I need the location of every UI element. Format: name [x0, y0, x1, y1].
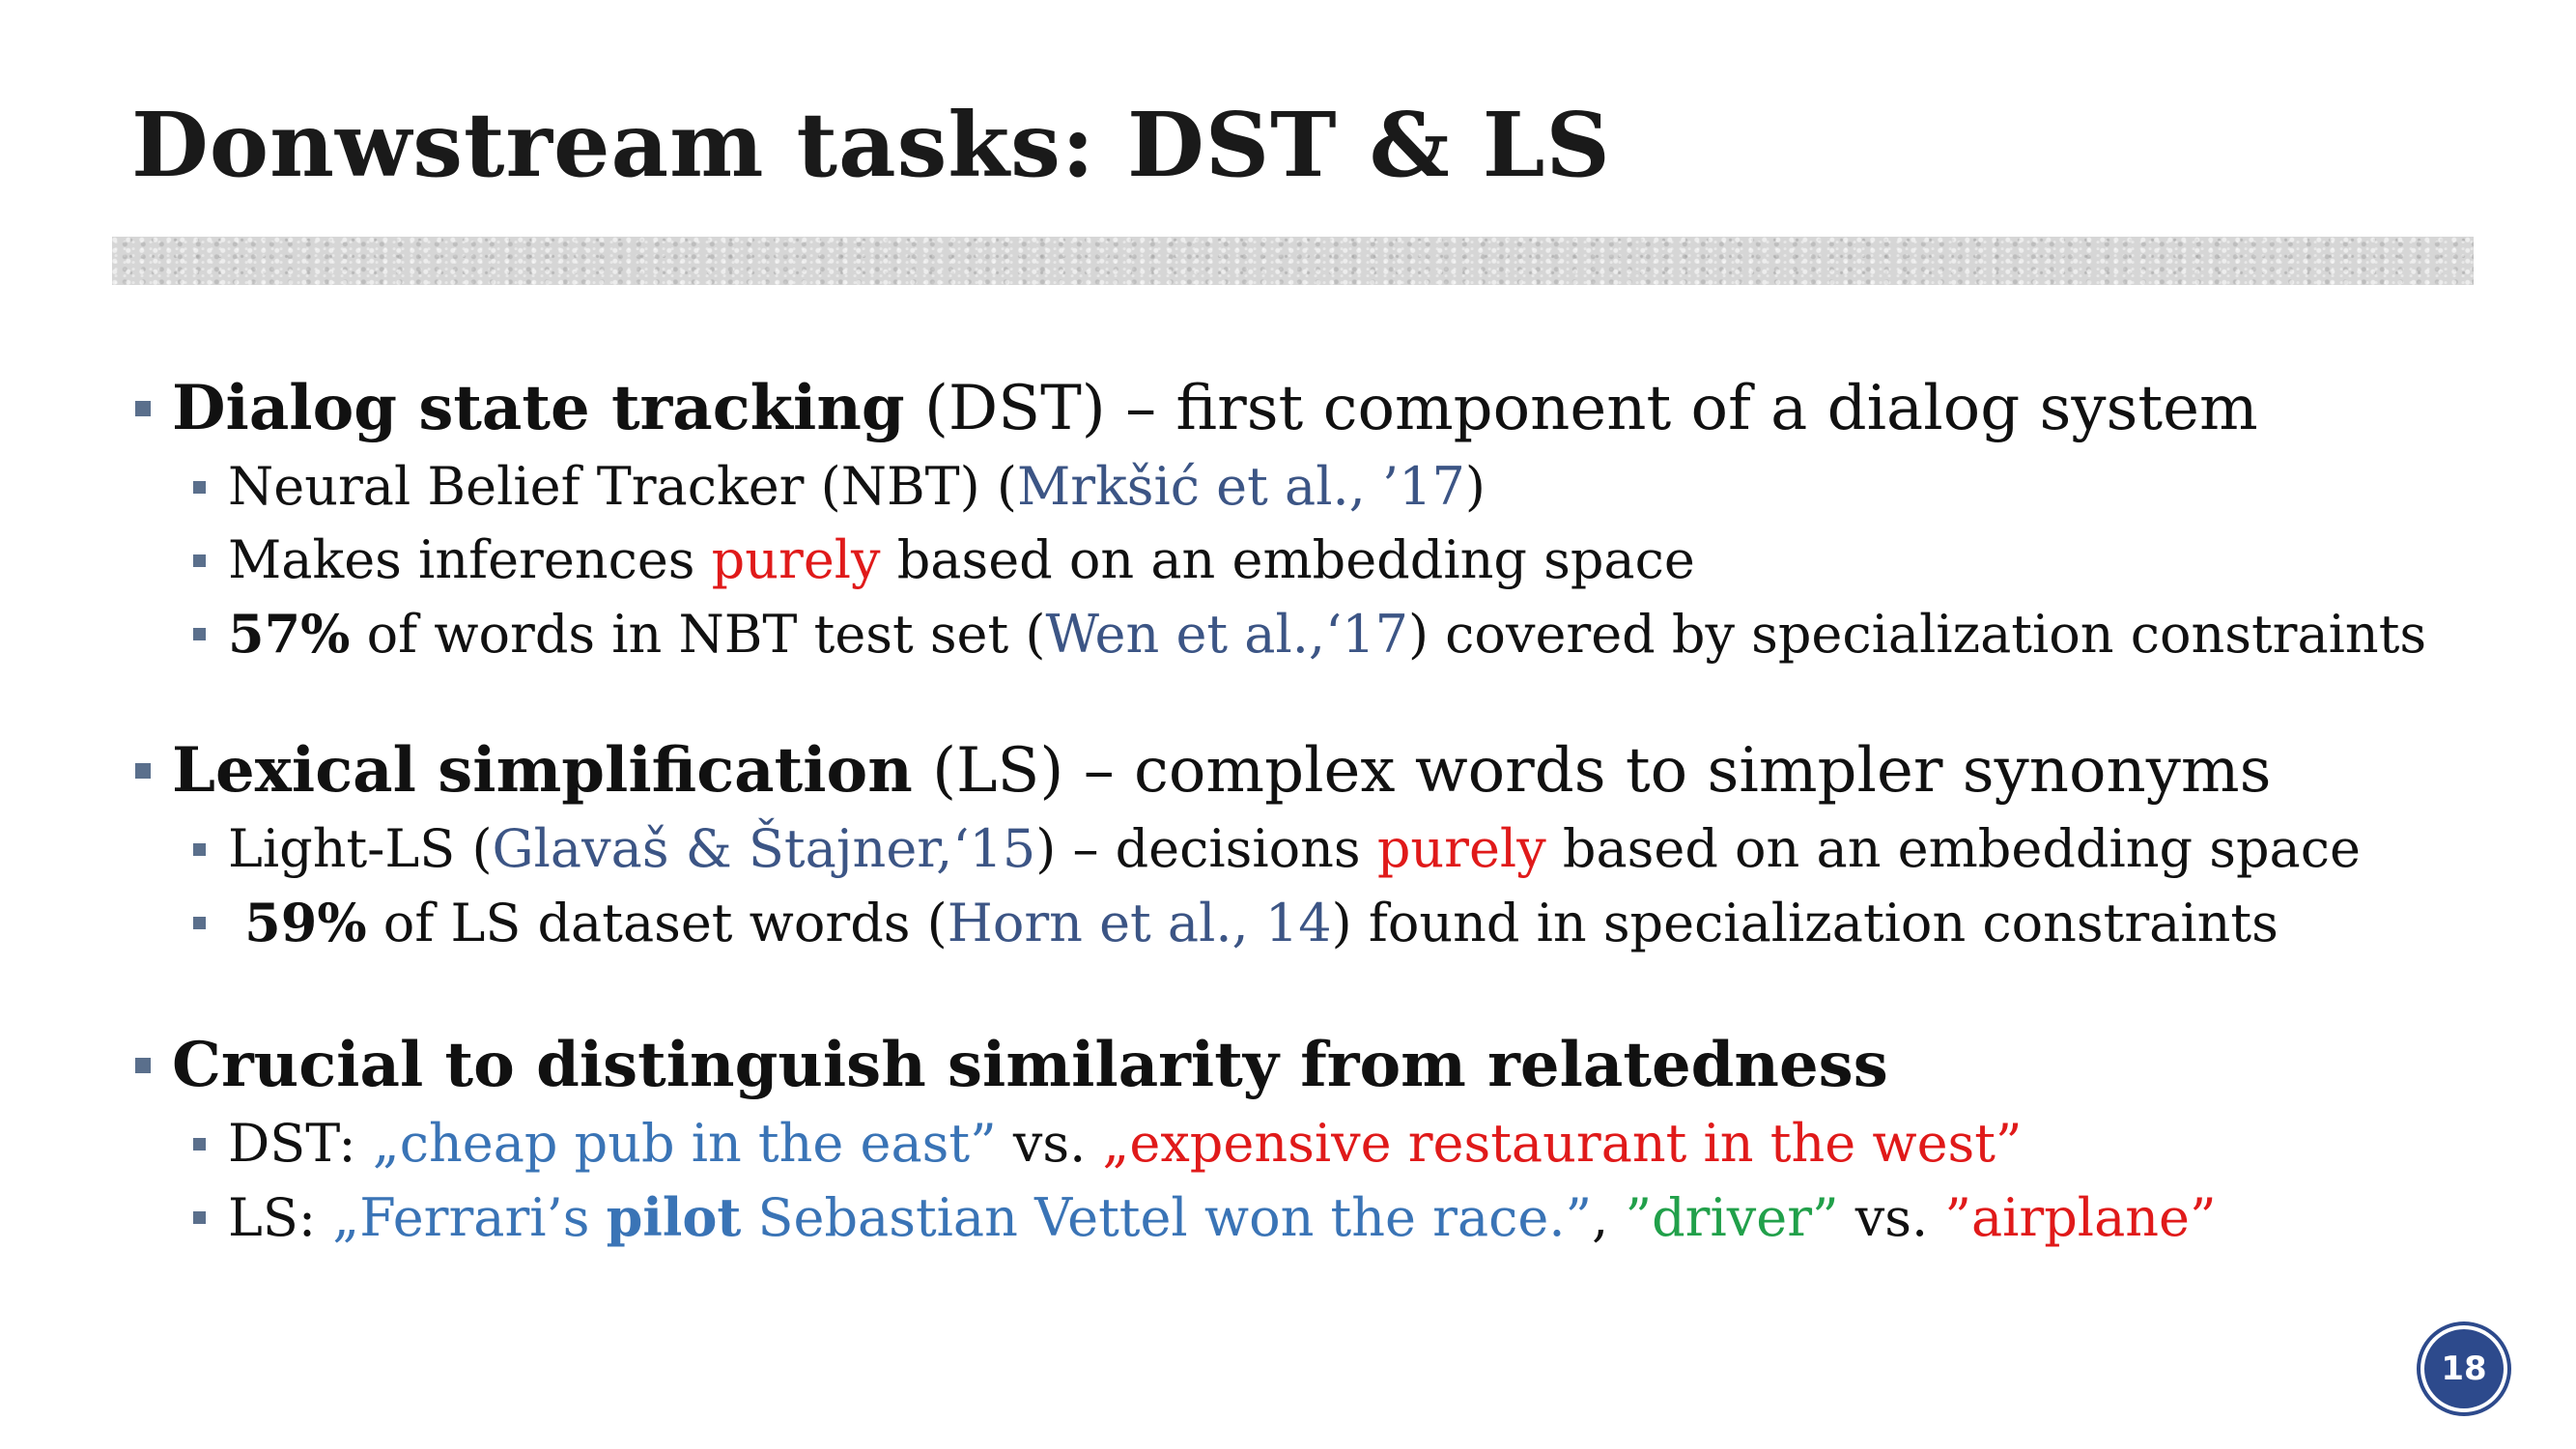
percentage: 57%	[228, 603, 351, 665]
text: of LS dataset words (	[366, 893, 948, 953]
citation: Wen et al.,‘17	[1045, 604, 1408, 665]
bullet-crucial-ls-example: LS: „Ferrari’s pilot Sebastian Vettel wo…	[131, 1180, 2469, 1255]
slide-title: Donwstream tasks: DST & LS	[131, 93, 1611, 197]
text: Makes inferences	[228, 529, 712, 590]
square-bullet-icon	[193, 1211, 206, 1224]
square-bullet-icon	[193, 628, 206, 640]
text: vs.	[996, 1113, 1103, 1174]
citation: Mrkšić et al., ’17	[1016, 456, 1465, 517]
square-bullet-icon	[135, 1058, 151, 1073]
example-sentence-start: „Ferrari’s	[332, 1187, 607, 1248]
bullet-dst-coverage: 57% of words in NBT test set (Wen et al.…	[131, 597, 2469, 671]
text: ,	[1592, 1187, 1626, 1248]
text: based on an embedding space	[880, 529, 1695, 590]
example-similar: „cheap pub in the east”	[372, 1113, 997, 1174]
square-bullet-icon	[193, 1138, 206, 1151]
title-divider-bar	[112, 237, 2474, 285]
text: )	[1464, 456, 1486, 517]
square-bullet-icon	[193, 917, 206, 929]
bullet-ls-lightls: Light-LS (Glavaš & Štajner,‘15) – decisi…	[131, 812, 2469, 886]
ls-heading-text: (LS) – complex words to simpler synonyms	[912, 735, 2272, 807]
highlight-word: purely	[1376, 818, 1546, 879]
example-similar-word: ”driver”	[1625, 1187, 1839, 1248]
example-target-word: pilot	[606, 1186, 742, 1248]
example-sentence-end: Sebastian Vettel won the race.”	[741, 1187, 1593, 1248]
text: ) – decisions	[1035, 818, 1377, 879]
highlight-word: purely	[711, 529, 881, 590]
ls-heading-bold: Lexical simplification	[172, 734, 913, 807]
square-bullet-icon	[135, 401, 151, 416]
text: vs.	[1838, 1187, 1945, 1248]
text: based on an embedding space	[1545, 818, 2361, 879]
square-bullet-icon	[193, 481, 206, 494]
text: ) covered by specialization constraints	[1407, 604, 2427, 665]
slide-body: Dialog state tracking (DST) – first comp…	[131, 367, 2469, 1255]
dst-heading-text: (DST) – first component of a dialog syst…	[904, 373, 2258, 444]
example-related-word: ”airplane”	[1944, 1187, 2217, 1248]
text: Light-LS (	[228, 818, 493, 879]
bullet-crucial-heading: Crucial to distinguish similarity from r…	[131, 1024, 2469, 1107]
text: ) found in specialization constraints	[1331, 893, 2279, 953]
text: DST:	[228, 1113, 373, 1174]
bullet-ls-heading: Lexical simplification (LS) – complex wo…	[131, 729, 2469, 812]
text: of words in NBT test set (	[350, 604, 1046, 665]
square-bullet-icon	[193, 554, 206, 567]
percentage: 59%	[244, 892, 367, 953]
example-related: „expensive restaurant in the west”	[1102, 1113, 2023, 1174]
crucial-heading-bold: Crucial to distinguish similarity from r…	[172, 1029, 1888, 1101]
bullet-ls-coverage: 59% of LS dataset words (Horn et al., 14…	[131, 886, 2469, 960]
citation: Horn et al., 14	[947, 893, 1332, 953]
square-bullet-icon	[135, 763, 151, 779]
bullet-crucial-dst-example: DST: „cheap pub in the east” vs. „expens…	[131, 1107, 2469, 1180]
bullet-dst-heading: Dialog state tracking (DST) – first comp…	[131, 367, 2469, 450]
text: Neural Belief Tracker (NBT) (	[228, 456, 1017, 517]
citation: Glavaš & Štajner,‘15	[492, 818, 1036, 879]
text: LS:	[228, 1187, 333, 1248]
square-bullet-icon	[193, 843, 206, 856]
dst-heading-bold: Dialog state tracking	[172, 372, 905, 444]
bullet-dst-inferences: Makes inferences purely based on an embe…	[131, 524, 2469, 597]
page-number-badge: 18	[2420, 1325, 2507, 1412]
bullet-dst-nbt: Neural Belief Tracker (NBT) (Mrkšić et a…	[131, 450, 2469, 524]
